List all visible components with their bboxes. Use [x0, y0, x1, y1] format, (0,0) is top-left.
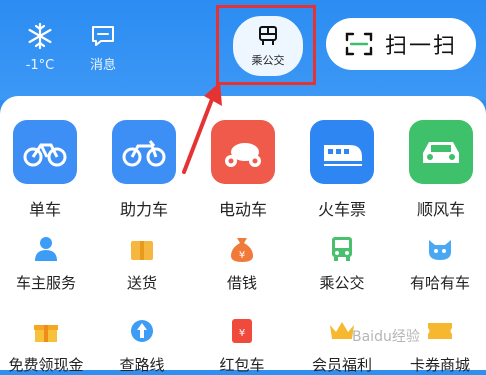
route-icon [131, 320, 153, 342]
svg-text:¥: ¥ [239, 328, 245, 339]
message-icon [92, 26, 114, 46]
service-delivery[interactable]: 送货 [96, 234, 188, 293]
service-hello-car[interactable]: 有哈有车 [394, 234, 486, 293]
service-label: 送货 [126, 274, 157, 292]
service-label: 免费领现金 [8, 356, 84, 374]
weather-temperature: -1°C [25, 58, 55, 73]
package-icon [131, 241, 153, 260]
annotation-arrow [182, 82, 222, 174]
service-label: 乘公交 [319, 274, 365, 292]
service-free-cash[interactable]: 免费领现金 [0, 316, 92, 375]
service-train[interactable]: 火车票 [302, 120, 382, 220]
ebike-icon [112, 120, 176, 184]
service-route[interactable]: 查路线 [96, 316, 188, 375]
bicycle-icon [13, 120, 77, 184]
car-icon [409, 120, 473, 184]
service-label: 助力车 [119, 200, 168, 219]
service-driver[interactable]: 车主服务 [0, 234, 92, 293]
message-label: 消息 [89, 58, 116, 73]
scan-label: 扫一扫 [384, 34, 457, 59]
train-icon [310, 120, 374, 184]
service-label: 借钱 [226, 274, 257, 292]
scan-icon [345, 32, 373, 56]
service-ebike[interactable]: 助力车 [104, 120, 184, 220]
service-label: 车主服务 [15, 274, 76, 292]
svg-text:¥: ¥ [239, 250, 245, 261]
money-bag-icon: ¥ [231, 238, 253, 262]
snowflake-icon [28, 22, 52, 50]
red-envelope-icon: ¥ [232, 319, 252, 343]
service-label: 红包车 [219, 356, 265, 374]
service-carpool[interactable]: 顺风车 [401, 120, 481, 220]
top-bar: -1°C 消息 乘公交 扫一扫 [0, 0, 486, 100]
weather-widget[interactable]: -1°C [12, 20, 68, 74]
service-bicycle[interactable]: 单车 [5, 120, 85, 220]
service-label: 有哈有车 [409, 274, 470, 292]
highlight-box [216, 5, 316, 85]
service-label: 查路线 [119, 356, 165, 374]
service-label: 电动车 [218, 200, 267, 219]
service-loan[interactable]: ¥ 借钱 [196, 234, 288, 293]
service-red-envelope[interactable]: ¥ 红包车 [196, 316, 288, 375]
gift-icon [34, 325, 58, 342]
service-label: 单车 [28, 200, 61, 219]
driver-icon [35, 237, 57, 261]
scan-button[interactable]: 扫一扫 [326, 18, 476, 70]
service-label: 火车票 [317, 200, 366, 219]
service-bus[interactable]: 乘公交 [296, 234, 388, 293]
bus-icon [332, 237, 352, 261]
service-label: 顺风车 [416, 200, 465, 219]
watermark: Baidu经验 [352, 329, 420, 345]
message-button[interactable]: 消息 [78, 20, 128, 74]
cat-icon [429, 240, 451, 260]
